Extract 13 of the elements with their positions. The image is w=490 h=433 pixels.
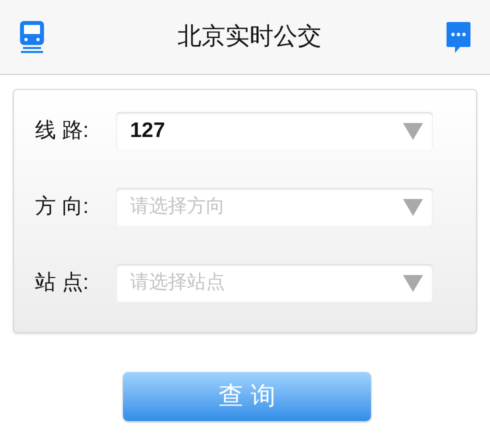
dropdown-arrow-icon [403, 198, 423, 216]
dropdown-arrow-icon [403, 274, 423, 292]
dropdown-field[interactable]: 请选择方向 [116, 188, 433, 226]
query-button[interactable]: 查 询 [123, 372, 371, 421]
app-title: 北京实时公交 [178, 22, 322, 52]
field-label: 站 点: [35, 270, 90, 296]
dropdown-arrow-icon [403, 122, 423, 140]
chat-bubble-icon[interactable] [446, 20, 471, 54]
dropdown-field[interactable]: 127 [116, 112, 433, 150]
field-label: 方 向: [35, 194, 90, 220]
dropdown-field[interactable]: 请选择站点 [116, 264, 433, 302]
train-icon[interactable] [19, 20, 45, 54]
field-label: 线 路: [35, 118, 90, 144]
